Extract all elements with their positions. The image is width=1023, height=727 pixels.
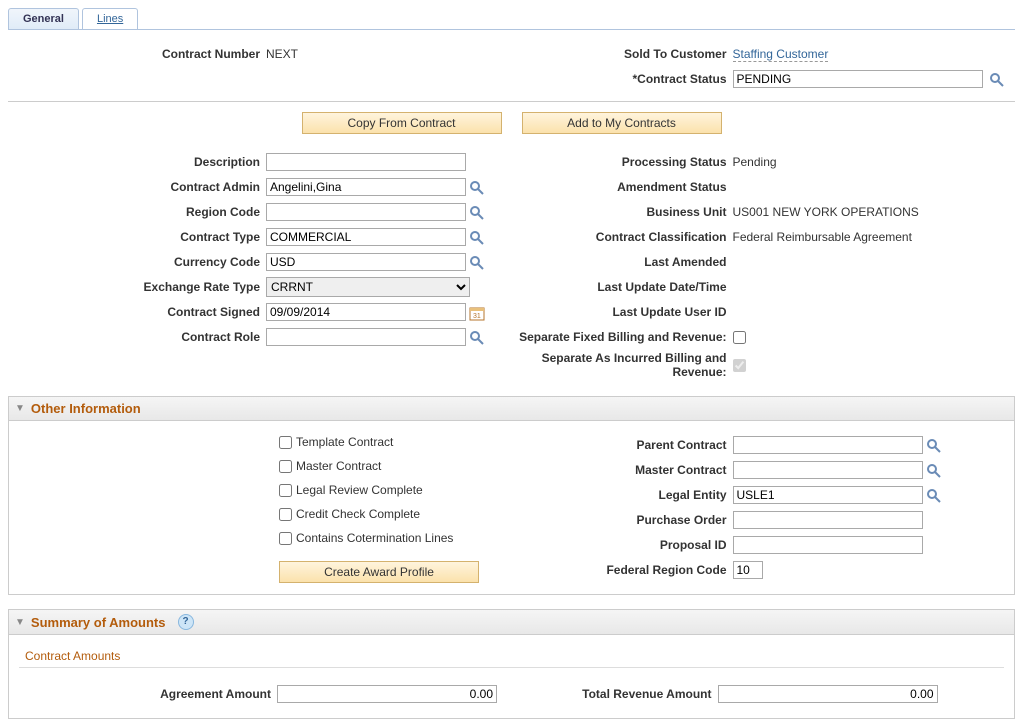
lookup-icon[interactable] bbox=[469, 230, 485, 246]
proposal-id-label: Proposal ID bbox=[512, 538, 727, 552]
lookup-icon[interactable] bbox=[926, 463, 942, 479]
contract-signed-label: Contract Signed bbox=[8, 305, 260, 319]
contract-number-value: NEXT bbox=[260, 47, 298, 61]
contract-role-input[interactable] bbox=[266, 328, 466, 346]
description-label: Description bbox=[8, 155, 260, 169]
total-revenue-label: Total Revenue Amount bbox=[512, 687, 712, 701]
lookup-icon[interactable] bbox=[469, 255, 485, 271]
separate-incurred-label: Separate As Incurred Billing and Revenue… bbox=[512, 351, 727, 379]
lookup-icon[interactable] bbox=[469, 205, 485, 221]
region-code-input[interactable] bbox=[266, 203, 466, 221]
credit-check-checkbox[interactable] bbox=[279, 508, 292, 521]
business-unit-value: US001 NEW YORK OPERATIONS bbox=[727, 205, 919, 219]
master-contract-label: Master Contract bbox=[512, 463, 727, 477]
currency-code-label: Currency Code bbox=[8, 255, 260, 269]
parent-contract-input[interactable] bbox=[733, 436, 923, 454]
collapse-arrow-icon: ▼ bbox=[15, 403, 25, 414]
federal-region-label: Federal Region Code bbox=[512, 563, 727, 577]
amendment-status-label: Amendment Status bbox=[512, 180, 727, 194]
svg-text:31: 31 bbox=[473, 313, 481, 320]
create-award-profile-button[interactable]: Create Award Profile bbox=[279, 561, 479, 583]
sold-to-label: Sold To Customer bbox=[512, 47, 727, 61]
last-amended-label: Last Amended bbox=[512, 255, 727, 269]
contract-type-input[interactable] bbox=[266, 228, 466, 246]
contract-role-label: Contract Role bbox=[8, 330, 260, 344]
contract-classification-label: Contract Classification bbox=[512, 230, 727, 244]
agreement-amount-label: Agreement Amount bbox=[19, 687, 271, 701]
calendar-icon[interactable]: 31 bbox=[469, 305, 485, 321]
collapse-arrow-icon: ▼ bbox=[15, 617, 25, 628]
last-update-datetime-label: Last Update Date/Time bbox=[512, 280, 727, 294]
purchase-order-input[interactable] bbox=[733, 511, 923, 529]
contract-signed-input[interactable] bbox=[266, 303, 466, 321]
contract-amounts-subheader: Contract Amounts bbox=[19, 645, 1004, 668]
lookup-icon[interactable] bbox=[926, 438, 942, 454]
summary-amounts-header[interactable]: ▼ Summary of Amounts ? bbox=[8, 609, 1015, 635]
exchange-rate-label: Exchange Rate Type bbox=[8, 280, 260, 294]
lookup-icon[interactable] bbox=[469, 180, 485, 196]
lookup-icon[interactable] bbox=[469, 330, 485, 346]
legal-entity-label: Legal Entity bbox=[512, 488, 727, 502]
master-contract-input[interactable] bbox=[733, 461, 923, 479]
separate-fixed-checkbox[interactable] bbox=[733, 331, 746, 344]
other-information-header[interactable]: ▼ Other Information bbox=[8, 396, 1015, 421]
agreement-amount-input[interactable] bbox=[277, 685, 497, 703]
contract-type-label: Contract Type bbox=[8, 230, 260, 244]
help-icon[interactable]: ? bbox=[178, 614, 194, 630]
cotermination-checkbox[interactable] bbox=[279, 532, 292, 545]
legal-entity-input[interactable] bbox=[733, 486, 923, 504]
contract-classification-value: Federal Reimbursable Agreement bbox=[727, 230, 912, 244]
separate-incurred-checkbox bbox=[733, 359, 746, 372]
lookup-icon[interactable] bbox=[926, 488, 942, 504]
template-contract-checkbox[interactable] bbox=[279, 436, 292, 449]
other-information-body: Template Contract Master Contract Legal … bbox=[8, 421, 1015, 595]
legal-review-checkbox[interactable] bbox=[279, 484, 292, 497]
add-to-my-contracts-button[interactable]: Add to My Contracts bbox=[522, 112, 722, 134]
copy-from-contract-button[interactable]: Copy From Contract bbox=[302, 112, 502, 134]
processing-status-label: Processing Status bbox=[512, 155, 727, 169]
tab-lines[interactable]: Lines bbox=[82, 8, 138, 29]
currency-code-input[interactable] bbox=[266, 253, 466, 271]
separate-fixed-label: Separate Fixed Billing and Revenue: bbox=[512, 330, 727, 344]
region-code-label: Region Code bbox=[8, 205, 260, 219]
contract-admin-input[interactable] bbox=[266, 178, 466, 196]
tab-general[interactable]: General bbox=[8, 8, 79, 29]
purchase-order-label: Purchase Order bbox=[512, 513, 727, 527]
business-unit-label: Business Unit bbox=[512, 205, 727, 219]
sold-to-link[interactable]: Staffing Customer bbox=[733, 47, 829, 62]
proposal-id-input[interactable] bbox=[733, 536, 923, 554]
contract-number-label: Contract Number bbox=[8, 47, 260, 61]
last-update-user-label: Last Update User ID bbox=[512, 305, 727, 319]
processing-status-value: Pending bbox=[727, 155, 777, 169]
tab-strip: General Lines bbox=[8, 8, 1015, 30]
parent-contract-label: Parent Contract bbox=[512, 438, 727, 452]
description-input[interactable] bbox=[266, 153, 466, 171]
lookup-icon[interactable] bbox=[989, 72, 1005, 88]
contract-status-input[interactable] bbox=[733, 70, 983, 88]
contract-status-label: *Contract Status bbox=[512, 72, 727, 86]
summary-amounts-body: Contract Amounts Agreement Amount Total … bbox=[8, 635, 1015, 719]
federal-region-input[interactable] bbox=[733, 561, 763, 579]
divider bbox=[8, 101, 1015, 102]
exchange-rate-select[interactable]: CRRNT bbox=[266, 277, 470, 297]
master-contract-checkbox[interactable] bbox=[279, 460, 292, 473]
total-revenue-input[interactable] bbox=[718, 685, 938, 703]
contract-admin-label: Contract Admin bbox=[8, 180, 260, 194]
